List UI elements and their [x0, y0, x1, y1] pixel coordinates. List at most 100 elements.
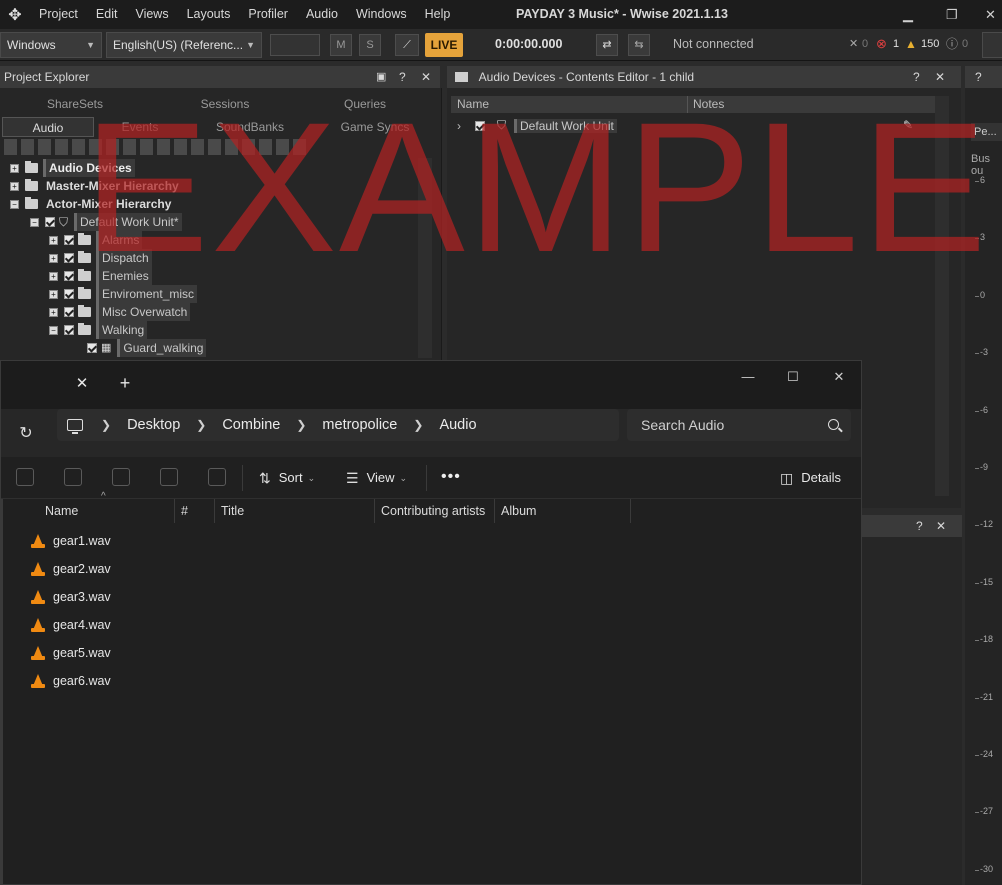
- breadcrumb-audio[interactable]: Audio: [439, 417, 476, 433]
- this-pc-icon[interactable]: [67, 419, 83, 434]
- col-name[interactable]: Name: [39, 499, 175, 523]
- cut-icon[interactable]: [16, 468, 34, 486]
- expand-icon[interactable]: +: [49, 289, 58, 299]
- checkbox[interactable]: [64, 325, 74, 335]
- col-contributing-artists[interactable]: Contributing artists: [375, 499, 495, 523]
- checkbox[interactable]: [64, 307, 74, 317]
- close-panel-icon[interactable]: ✕: [936, 515, 946, 537]
- expand-icon[interactable]: +: [10, 181, 19, 191]
- list-item[interactable]: gear1.wav: [31, 527, 111, 555]
- details-button[interactable]: ◫ Details: [780, 457, 841, 499]
- close-panel-icon[interactable]: ✕: [935, 66, 945, 88]
- expand-icon[interactable]: +: [49, 271, 58, 281]
- checkbox[interactable]: [45, 217, 55, 227]
- tab-sharesets[interactable]: ShareSets: [40, 94, 110, 114]
- close-panel-icon[interactable]: ✕: [421, 66, 431, 88]
- checkbox[interactable]: [475, 120, 485, 131]
- breadcrumb-desktop[interactable]: Desktop: [127, 417, 180, 433]
- collapse-icon[interactable]: −: [10, 199, 19, 209]
- contents-row[interactable]: › ⛉ Default Work Unit: [457, 118, 617, 133]
- connect-icon[interactable]: ⇄: [596, 34, 618, 56]
- tab-queries[interactable]: Queries: [330, 94, 400, 114]
- help-icon[interactable]: ?: [913, 66, 920, 88]
- menu-edit[interactable]: Edit: [87, 0, 127, 29]
- chevron-right-icon[interactable]: ❯: [101, 418, 111, 432]
- help-icon[interactable]: ?: [975, 66, 982, 88]
- tree-item[interactable]: − ⛉ Default Work Unit*: [30, 213, 182, 231]
- info-icon[interactable]: ⓘ: [946, 29, 958, 59]
- explorer-scrollbar[interactable]: [418, 158, 432, 358]
- tab-soundbanks[interactable]: SoundBanks: [210, 117, 290, 137]
- tab-audio[interactable]: Audio: [2, 117, 94, 137]
- tree-item[interactable]: + Master-Mixer Hierarchy: [10, 177, 182, 195]
- help-icon[interactable]: ?: [399, 66, 406, 88]
- menu-layouts[interactable]: Layouts: [178, 0, 240, 29]
- chevron-right-icon[interactable]: ❯: [296, 418, 306, 432]
- expand-icon[interactable]: +: [49, 253, 58, 263]
- col-notes[interactable]: Notes: [693, 97, 724, 111]
- new-tab-icon[interactable]: +: [116, 374, 134, 392]
- search-input[interactable]: Search Audio: [627, 409, 851, 441]
- language-select[interactable]: English(US) (Referenc... ▼: [106, 32, 262, 58]
- remote-icon[interactable]: ⇆: [628, 34, 650, 56]
- checkbox[interactable]: [87, 343, 97, 353]
- close-tab-icon[interactable]: ✕: [73, 375, 91, 393]
- close-icon[interactable]: ✕: [985, 0, 996, 29]
- menu-profiler[interactable]: Profiler: [239, 0, 297, 29]
- restore-icon[interactable]: ❐: [946, 0, 958, 29]
- tree-item[interactable]: − Walking: [49, 321, 148, 339]
- menu-audio[interactable]: Audio: [297, 0, 347, 29]
- chevron-right-icon[interactable]: ❯: [196, 418, 206, 432]
- list-item[interactable]: gear6.wav: [31, 667, 111, 695]
- col-name[interactable]: Name: [457, 97, 489, 111]
- expand-icon[interactable]: +: [49, 307, 58, 317]
- tree-item[interactable]: + Misc Overwatch: [49, 303, 191, 321]
- expand-icon[interactable]: +: [49, 235, 58, 245]
- list-item[interactable]: gear2.wav: [31, 555, 111, 583]
- error-icon[interactable]: ⊗: [876, 29, 887, 59]
- chevron-right-icon[interactable]: ❯: [413, 418, 423, 432]
- minimize-icon[interactable]: ▁: [903, 0, 913, 29]
- tree-item[interactable]: + Enemies: [49, 267, 152, 285]
- live-button[interactable]: LIVE: [425, 33, 463, 57]
- minimize-icon[interactable]: —: [738, 367, 758, 387]
- menu-project[interactable]: Project: [30, 0, 87, 29]
- col-album[interactable]: Album: [495, 499, 631, 523]
- tab-events[interactable]: Events: [105, 117, 175, 137]
- maximize-icon[interactable]: ☐: [783, 367, 803, 387]
- expand-icon[interactable]: +: [10, 163, 19, 173]
- collapse-icon[interactable]: −: [49, 325, 58, 335]
- breadcrumb[interactable]: ❯ Desktop ❯ Combine ❯ metropolice ❯ Audi…: [57, 409, 619, 441]
- breadcrumb-combine[interactable]: Combine: [222, 417, 280, 433]
- capture-graph-icon[interactable]: ⟋: [395, 34, 419, 56]
- help-icon[interactable]: ?: [916, 515, 923, 537]
- tree-item[interactable]: + Alarms: [49, 231, 143, 249]
- list-item[interactable]: gear3.wav: [31, 583, 111, 611]
- tree-item[interactable]: + Audio Devices: [10, 159, 135, 177]
- share-icon[interactable]: [160, 468, 178, 486]
- copy-icon[interactable]: [64, 468, 82, 486]
- volume-field[interactable]: [270, 34, 320, 56]
- breadcrumb-metropolice[interactable]: metropolice: [322, 417, 397, 433]
- mute-button[interactable]: M: [330, 34, 352, 56]
- warning-icon[interactable]: ▲: [905, 29, 917, 59]
- tree-item[interactable]: + Enviroment_misc: [49, 285, 198, 303]
- meter-tab[interactable]: Pe...: [971, 123, 1002, 141]
- tree-item[interactable]: − Actor-Mixer Hierarchy: [10, 195, 174, 213]
- chevron-right-icon[interactable]: ›: [457, 119, 461, 133]
- delete-icon[interactable]: [208, 468, 226, 486]
- sort-button[interactable]: ⇅ Sort ⌄: [259, 457, 315, 499]
- tree-item[interactable]: ▦ Guard_walking: [87, 339, 207, 357]
- view-button[interactable]: ☰ View ⌄: [346, 457, 407, 499]
- checkbox[interactable]: [64, 253, 74, 263]
- search-field[interactable]: [982, 32, 1002, 58]
- close-icon[interactable]: ✕: [829, 367, 849, 387]
- collapse-icon[interactable]: −: [30, 217, 39, 227]
- checkbox[interactable]: [64, 289, 74, 299]
- refresh-icon[interactable]: ↻: [15, 423, 37, 445]
- col-number[interactable]: #: [175, 499, 215, 523]
- more-options-icon[interactable]: •••: [441, 457, 461, 497]
- tree-item[interactable]: + Dispatch: [49, 249, 152, 267]
- explorer-icon-toolbar[interactable]: [4, 139, 310, 155]
- contents-scrollbar[interactable]: [935, 96, 949, 496]
